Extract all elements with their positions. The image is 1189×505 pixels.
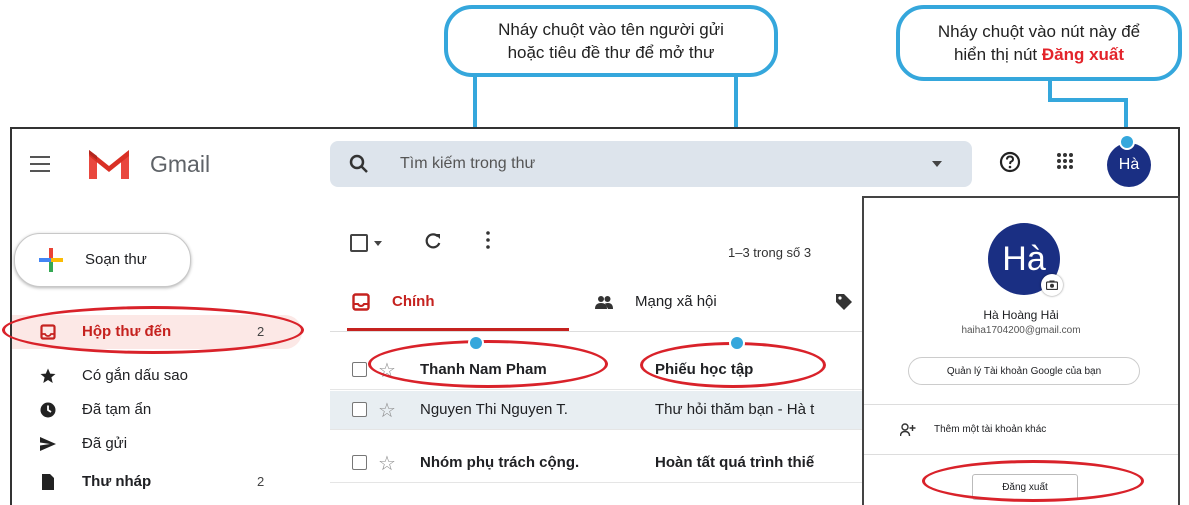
- unread-count: 2: [257, 324, 265, 339]
- account-name: Hà Hoàng Hải: [983, 308, 1059, 322]
- email-sender[interactable]: Nguyen Thi Nguyen T.: [420, 401, 568, 418]
- more-options-icon[interactable]: [486, 231, 490, 249]
- manage-account-button[interactable]: Quản lý Tài khoản Google của bạn: [908, 357, 1140, 385]
- account-panel: Hà Hà Hoàng Hải haiha1704200@gmail.com Q…: [862, 196, 1180, 505]
- account-callout-line2-prefix: hiển thị nút: [953, 45, 1042, 64]
- tabs-divider: [330, 331, 870, 332]
- account-email: haiha1704200@gmail.com: [961, 325, 1081, 336]
- compose-button[interactable]: Soạn thư: [14, 233, 191, 287]
- connector-line: [1048, 98, 1128, 102]
- email-row[interactable]: ☆ Thanh Nam Pham Phiếu học tập: [330, 351, 870, 390]
- star-icon[interactable]: ☆: [378, 398, 396, 423]
- send-icon: [40, 437, 56, 451]
- sidebar-item-snoozed[interactable]: Đã tạm ẩn: [12, 393, 302, 427]
- add-person-icon: [900, 423, 916, 437]
- email-sender[interactable]: Thanh Nam Pham: [420, 361, 547, 378]
- refresh-icon[interactable]: [424, 232, 442, 250]
- panel-divider: [864, 454, 1178, 455]
- draft-count: 2: [257, 474, 265, 489]
- search-placeholder: Tìm kiếm trong thư: [400, 155, 536, 172]
- pagination-text: 1–3 trong số 3: [728, 245, 812, 260]
- sidebar-item-sent[interactable]: Đã gửi: [12, 427, 302, 461]
- open-mail-callout-line1: Nháy chuột vào tên người gửi: [498, 20, 724, 39]
- sidebar-item-label: Đã gửi: [82, 435, 128, 452]
- email-checkbox[interactable]: [352, 402, 367, 417]
- help-icon[interactable]: [999, 151, 1021, 173]
- account-callout-line1: Nháy chuột vào nút này để: [937, 22, 1141, 41]
- email-sender[interactable]: Nhóm phụ trách cộng.: [420, 454, 579, 471]
- select-all-checkbox[interactable]: [350, 234, 368, 252]
- sign-out-button[interactable]: Đăng xuất: [972, 474, 1078, 500]
- connector-dot: [729, 335, 745, 351]
- sidebar-item-drafts[interactable]: Thư nháp 2: [12, 465, 302, 499]
- star-icon[interactable]: ☆: [378, 451, 396, 476]
- open-mail-callout-line2: hoặc tiêu đề thư để mở thư: [507, 43, 715, 62]
- inbox-icon: [40, 324, 56, 340]
- email-checkbox[interactable]: [352, 362, 367, 377]
- email-row[interactable]: ☆ Nguyen Thi Nguyen T. Thư hỏi thăm bạn …: [330, 391, 870, 430]
- tab-label: Mạng xã hội: [635, 293, 717, 310]
- gmail-logo-icon: [89, 150, 129, 179]
- account-callout: Nháy chuột vào nút này để hiển thị nút Đ…: [896, 5, 1182, 81]
- inbox-icon: [352, 293, 370, 311]
- people-icon: [595, 296, 613, 309]
- star-icon: [40, 368, 56, 383]
- panel-divider: [864, 404, 1178, 405]
- clock-icon: [40, 402, 56, 418]
- search-options-chevron-down-icon[interactable]: [932, 161, 942, 167]
- compose-label: Soạn thư: [85, 251, 147, 268]
- tab-label: Chính: [392, 293, 435, 310]
- camera-icon[interactable]: [1041, 274, 1063, 296]
- email-subject[interactable]: Phiếu học tập: [655, 361, 753, 378]
- sidebar-item-starred[interactable]: Có gắn dấu sao: [12, 359, 302, 393]
- email-subject[interactable]: Hoàn tất quá trình thiế: [655, 454, 814, 471]
- select-options-chevron-down-icon[interactable]: [374, 241, 382, 246]
- add-account-link[interactable]: Thêm một tài khoản khác: [934, 424, 1046, 435]
- email-checkbox[interactable]: [352, 455, 367, 470]
- open-mail-callout: Nháy chuột vào tên người gửi hoặc tiêu đ…: [444, 5, 778, 77]
- sidebar-item-label: Hộp thư đến: [82, 323, 172, 340]
- star-icon[interactable]: ☆: [378, 358, 396, 383]
- draft-icon: [42, 474, 54, 490]
- sidebar-item-label: Thư nháp: [82, 473, 152, 490]
- search-bar[interactable]: Tìm kiếm trong thư: [330, 141, 972, 187]
- sidebar-item-label: Có gắn dấu sao: [82, 367, 188, 384]
- connector-dot: [1119, 134, 1135, 150]
- apps-grid-icon[interactable]: [1056, 152, 1074, 170]
- camera-glyph: [1046, 280, 1058, 290]
- account-callout-highlight: Đăng xuất: [1041, 45, 1125, 64]
- top-bar: Gmail Tìm kiếm trong thư Hà: [12, 129, 1178, 199]
- tag-icon: [836, 294, 852, 310]
- app-name: Gmail: [150, 151, 211, 177]
- tab-primary[interactable]: Chính: [352, 279, 552, 331]
- search-icon[interactable]: [348, 153, 370, 175]
- email-subject[interactable]: Thư hỏi thăm bạn - Hà t: [655, 401, 814, 418]
- sidebar-item-inbox[interactable]: Hộp thư đến 2: [12, 315, 302, 349]
- menu-icon[interactable]: [30, 156, 50, 177]
- connector-dot: [468, 335, 484, 351]
- plus-icon: [39, 248, 63, 272]
- sidebar-item-label: Đã tạm ẩn: [82, 401, 152, 418]
- tab-social[interactable]: Mạng xã hội: [595, 279, 805, 331]
- email-row[interactable]: ☆ Nhóm phụ trách cộng. Hoàn tất quá trìn…: [330, 444, 870, 483]
